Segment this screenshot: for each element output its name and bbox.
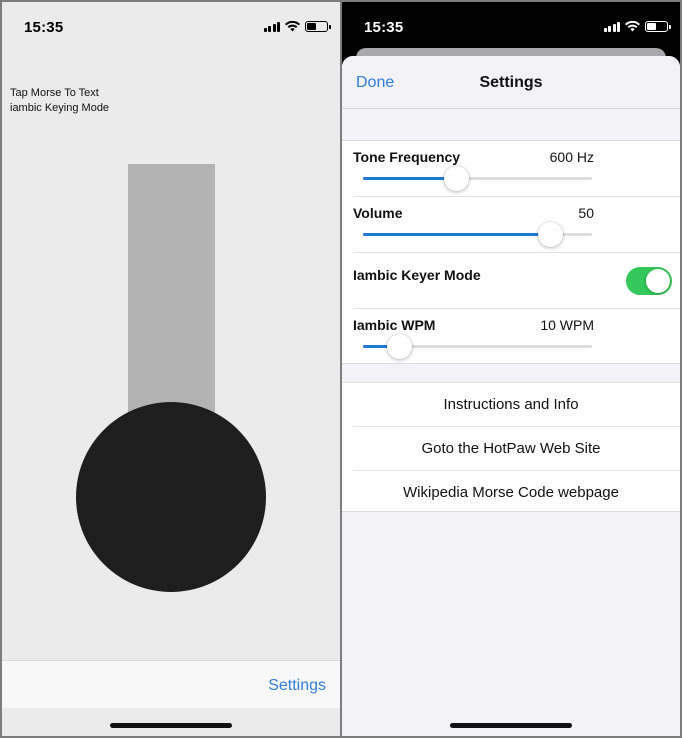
info-line-2: iambic Keying Mode (10, 101, 110, 114)
settings-screen: 15:35 Done Settings Tone Frequency 600 H… (342, 2, 680, 736)
iambic-wpm-slider[interactable] (363, 334, 592, 359)
settings-button[interactable]: Settings (268, 677, 326, 695)
iambic-wpm-value: 10 WPM (540, 317, 594, 333)
iambic-keyer-mode-label: Iambic Keyer Mode (353, 267, 481, 283)
volume-label: Volume (353, 205, 403, 221)
main-screen: 15:35 Tap Morse To Text iambic Keying Mo… (2, 2, 340, 736)
links-group: Instructions and Info Goto the HotPaw We… (342, 382, 680, 512)
cellular-signal-icon (263, 21, 280, 32)
status-time: 15:35 (364, 19, 404, 36)
instructions-link[interactable]: Instructions and Info (342, 383, 680, 426)
nav-title: Settings (479, 74, 543, 91)
slider-thumb[interactable] (538, 222, 564, 247)
wifi-icon (625, 21, 640, 32)
bottom-toolbar: Settings (2, 660, 340, 708)
morse-key-button[interactable] (76, 402, 266, 592)
slider-fill (363, 177, 457, 180)
battery-icon (645, 21, 671, 32)
settings-group: Tone Frequency 600 Hz Volume 50 Iambic K… (342, 140, 680, 364)
battery-icon (305, 21, 331, 32)
status-time: 15:35 (24, 19, 64, 36)
status-bar: 15:35 (342, 2, 680, 52)
nav-divider (342, 108, 680, 109)
volume-value: 50 (578, 205, 594, 221)
nav-bar: Done Settings (342, 56, 680, 108)
volume-slider[interactable] (363, 222, 592, 247)
paddle-bar[interactable] (128, 164, 215, 424)
iambic-wpm-label: Iambic WPM (353, 317, 436, 333)
cellular-signal-icon (603, 21, 620, 32)
home-indicator[interactable] (110, 723, 232, 728)
tone-frequency-row: Tone Frequency 600 Hz (342, 141, 680, 197)
mode-info: Tap Morse To Text iambic Keying Mode (10, 86, 109, 115)
slider-fill (363, 233, 551, 236)
status-icons (263, 21, 331, 32)
tone-frequency-label: Tone Frequency (353, 149, 461, 165)
slider-thumb[interactable] (444, 166, 470, 191)
slider-thumb[interactable] (387, 334, 413, 359)
wikipedia-morse-link[interactable]: Wikipedia Morse Code webpage (342, 471, 680, 514)
wifi-icon (285, 21, 300, 32)
settings-sheet: Done Settings Tone Frequency 600 Hz Volu… (342, 56, 680, 736)
iambic-keyer-mode-row: Iambic Keyer Mode (342, 253, 680, 309)
status-bar: 15:35 (2, 2, 340, 52)
tone-frequency-value: 600 Hz (549, 149, 594, 165)
home-indicator[interactable] (450, 723, 572, 728)
hotpaw-website-link[interactable]: Goto the HotPaw Web Site (342, 427, 680, 470)
volume-row: Volume 50 (342, 197, 680, 253)
toggle-knob (646, 269, 670, 293)
tone-frequency-slider[interactable] (363, 166, 592, 191)
iambic-wpm-row: Iambic WPM 10 WPM (342, 309, 680, 365)
iambic-keyer-mode-toggle[interactable] (626, 267, 672, 295)
status-icons (603, 21, 671, 32)
info-line-1: Tap Morse To Text (10, 87, 99, 99)
